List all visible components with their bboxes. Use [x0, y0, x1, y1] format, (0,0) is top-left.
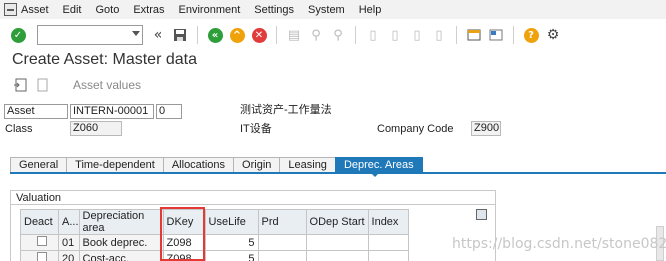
asset-values-button[interactable]: Asset values — [73, 78, 141, 92]
class-label: Class — [5, 123, 33, 135]
find-icon[interactable]: ⚲ — [308, 27, 324, 43]
menu-extras[interactable]: Extras — [133, 4, 164, 16]
shortcut-icon[interactable] — [488, 27, 504, 43]
tab-strip: General Time-dependent Allocations Origi… — [10, 157, 423, 173]
application-toolbar: Asset values — [0, 74, 141, 96]
uselife-field[interactable]: 5 — [204, 250, 259, 261]
customize-icon[interactable]: ⚙ — [545, 27, 561, 43]
class-field: Z060 — [70, 121, 122, 136]
table-settings-icon[interactable] — [476, 209, 487, 220]
asset-subnumber-field[interactable]: 0 — [156, 104, 182, 119]
prev-page-icon[interactable]: ▯ — [387, 27, 403, 43]
back-double-icon[interactable]: « — [150, 27, 166, 43]
toolbar-separator — [456, 26, 457, 44]
tab-origin[interactable]: Origin — [233, 157, 281, 173]
deact-checkbox[interactable] — [37, 252, 47, 261]
system-menu-icon[interactable] — [4, 3, 17, 16]
menu-asset[interactable]: Asset — [21, 4, 49, 16]
new-session-icon[interactable] — [466, 27, 482, 43]
menu-environment[interactable]: Environment — [179, 4, 241, 16]
class-description: IT设备 — [240, 123, 272, 135]
next-page-icon[interactable]: ▯ — [409, 27, 425, 43]
deact-checkbox[interactable] — [37, 236, 47, 246]
toolbar-separator — [276, 26, 277, 44]
tab-allocations[interactable]: Allocations — [162, 157, 235, 173]
display-change-icon[interactable] — [12, 77, 28, 93]
standard-toolbar: ✓ « « ^ ✕ ▤ ⚲ ⚲ ▯ ▯ ▯ ▯ ? ⚙ — [0, 22, 666, 48]
table-header-row: Deact A... Depreciation area DKey UseLif… — [20, 209, 409, 235]
asset-number-field[interactable]: INTERN-00001 — [70, 104, 154, 119]
uselife-field[interactable]: 5 — [204, 234, 259, 251]
first-page-icon[interactable]: ▯ — [365, 27, 381, 43]
find-next-icon[interactable]: ⚲ — [330, 27, 346, 43]
odep-start-field[interactable] — [305, 250, 369, 261]
cancel-icon[interactable]: ✕ — [251, 27, 267, 43]
asset-description: 测试资产-工作量法 — [240, 104, 332, 116]
active-tab-pointer — [370, 172, 380, 177]
menu-bar: Asset Edit Goto Extras Environment Setti… — [0, 0, 666, 19]
menu-settings[interactable]: Settings — [254, 4, 294, 16]
deact-cell — [20, 250, 59, 261]
asset-label: Asset — [4, 104, 68, 119]
exit-icon[interactable]: ^ — [229, 27, 245, 43]
chevron-down-icon[interactable] — [132, 31, 140, 36]
menu-edit[interactable]: Edit — [63, 4, 82, 16]
last-page-icon[interactable]: ▯ — [431, 27, 447, 43]
col-depreciation-area[interactable]: Depreciation area — [78, 209, 164, 235]
print-icon[interactable]: ▤ — [286, 27, 302, 43]
index-field[interactable] — [367, 234, 409, 251]
col-uselife[interactable]: UseLife — [204, 209, 259, 235]
tab-underline — [10, 172, 666, 174]
toolbar-separator — [513, 26, 514, 44]
toolbar-separator — [197, 26, 198, 44]
prd-field[interactable] — [257, 250, 307, 261]
table-row: 01 Book deprec. Z098 5 — [20, 234, 409, 251]
watermark-text: https://blog.csdn.net/stone0823 — [452, 236, 666, 252]
save-icon[interactable] — [172, 27, 188, 43]
prd-field[interactable] — [257, 234, 307, 251]
tab-leasing[interactable]: Leasing — [279, 157, 336, 173]
help-icon[interactable]: ? — [523, 27, 539, 43]
area-name-cell: Cost-acc. — [78, 250, 164, 261]
tab-deprec-areas[interactable]: Deprec. Areas — [334, 157, 423, 173]
col-prd[interactable]: Prd — [257, 209, 307, 235]
menu-goto[interactable]: Goto — [95, 4, 119, 16]
col-area[interactable]: A... — [58, 209, 80, 235]
tab-general[interactable]: General — [10, 157, 68, 173]
area-name-cell: Book deprec. — [78, 234, 164, 251]
menu-help[interactable]: Help — [359, 4, 382, 16]
enter-icon[interactable]: ✓ — [10, 27, 26, 43]
menu-system[interactable]: System — [308, 4, 345, 16]
col-odep-start[interactable]: ODep Start — [305, 209, 369, 235]
odep-start-field[interactable] — [305, 234, 369, 251]
area-cell: 01 — [58, 234, 80, 251]
company-code-label: Company Code — [377, 123, 454, 135]
col-deact[interactable]: Deact — [20, 209, 59, 235]
valuation-title: Valuation — [16, 192, 62, 204]
table-row: 20 Cost-acc. Z098 5 — [20, 250, 409, 261]
dkey-highlight-box — [160, 207, 205, 261]
index-field[interactable] — [367, 250, 409, 261]
company-code-field: Z900 — [471, 121, 501, 136]
back-icon[interactable]: « — [207, 27, 223, 43]
tab-time-dependent[interactable]: Time-dependent — [66, 157, 164, 173]
document-icon[interactable] — [34, 77, 50, 93]
deact-cell — [20, 234, 59, 251]
valuation-divider — [10, 204, 496, 205]
col-index[interactable]: Index — [367, 209, 409, 235]
command-field[interactable] — [37, 25, 143, 45]
toolbar-separator — [355, 26, 356, 44]
page-title: Create Asset: Master data — [12, 51, 197, 68]
depreciation-areas-table: Deact A... Depreciation area DKey UseLif… — [20, 209, 409, 261]
area-cell: 20 — [58, 250, 80, 261]
